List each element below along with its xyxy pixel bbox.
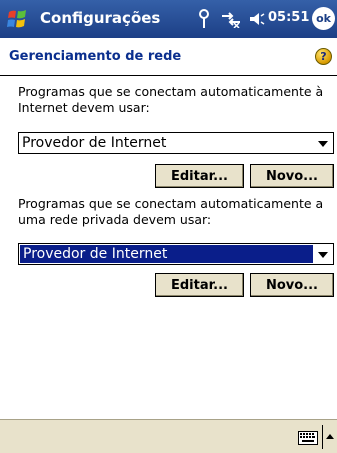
speaker-icon[interactable] xyxy=(248,10,266,28)
header-divider xyxy=(0,75,337,76)
private-new-button[interactable]: Novo... xyxy=(250,273,334,297)
app-title[interactable]: Configurações xyxy=(40,9,160,27)
chevron-down-icon[interactable] xyxy=(318,141,328,147)
menu-bar xyxy=(0,419,337,453)
ok-button[interactable]: ok xyxy=(312,7,335,30)
private-edit-button[interactable]: Editar... xyxy=(155,273,244,297)
keyboard-icon[interactable] xyxy=(298,431,318,445)
page-title: Gerenciamento de rede xyxy=(9,49,182,64)
chevron-down-icon[interactable] xyxy=(318,252,328,258)
internet-connection-value: Provedor de Internet xyxy=(22,135,167,151)
internet-connection-select[interactable]: Provedor de Internet xyxy=(18,132,334,154)
private-network-prompt: Programas que se conectam automaticament… xyxy=(18,196,324,227)
page-header: Gerenciamento de rede ? xyxy=(0,38,337,74)
help-icon[interactable]: ? xyxy=(315,48,332,65)
connectivity-icon[interactable] xyxy=(220,10,242,28)
input-panel-toggle[interactable] xyxy=(322,425,336,449)
clock[interactable]: 05:51 xyxy=(268,10,309,25)
internet-edit-button[interactable]: Editar... xyxy=(155,164,244,188)
internet-prompt: Programas que se conectam automaticament… xyxy=(18,84,324,115)
internet-new-button[interactable]: Novo... xyxy=(250,164,334,188)
windows-flag-icon[interactable] xyxy=(6,8,30,30)
private-network-select[interactable]: Provedor de Internet xyxy=(18,243,334,265)
title-bar: Configurações 05:51 ok xyxy=(0,0,337,38)
antenna-icon[interactable] xyxy=(197,9,211,29)
private-network-value: Provedor de Internet xyxy=(23,246,168,262)
